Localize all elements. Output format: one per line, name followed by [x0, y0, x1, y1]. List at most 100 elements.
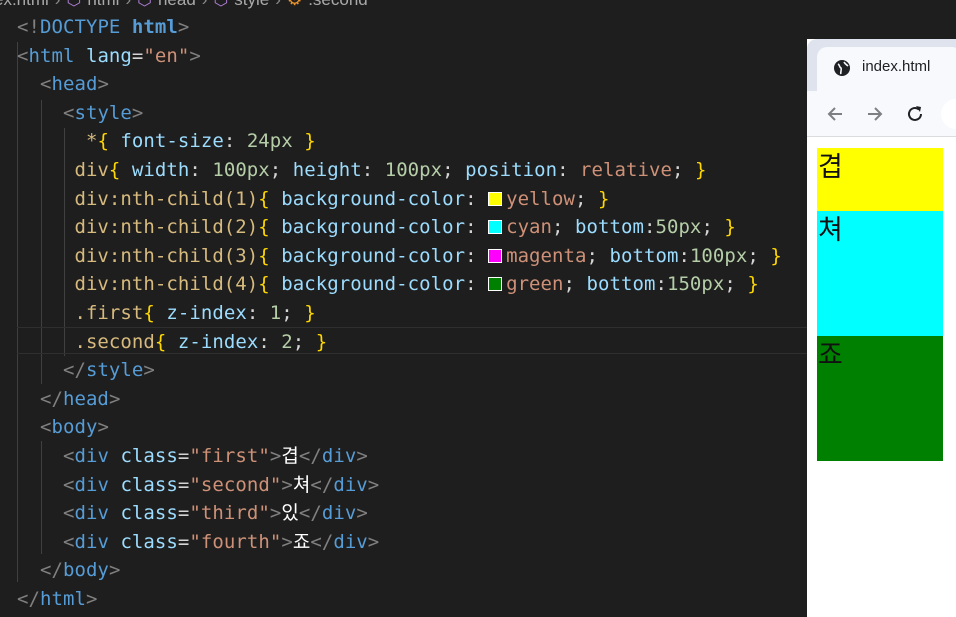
code-token: = — [131, 44, 144, 67]
code-token: > — [367, 473, 380, 496]
code-token: > — [85, 588, 98, 610]
breadcrumb-file[interactable]: ex.html — [0, 0, 49, 10]
code-token: lang — [85, 44, 132, 67]
code-token: div — [321, 502, 357, 525]
breadcrumb-head[interactable]: head — [158, 0, 196, 10]
code-line[interactable]: <div class="third">있</div> — [17, 499, 368, 528]
breadcrumb-style[interactable]: style — [234, 0, 269, 10]
box-second-text: 쳐 — [818, 215, 843, 246]
code-line[interactable]: <div class="second">쳐</div> — [17, 471, 379, 500]
code-token: { — [258, 244, 270, 267]
tab-title: index.html — [862, 58, 931, 75]
box-first: 겹 — [817, 148, 943, 211]
code-token: body — [62, 559, 109, 582]
code-line[interactable]: <style> — [17, 99, 143, 128]
code-line[interactable]: <div class="first">겹</div> — [17, 442, 368, 471]
code-editor[interactable]: ex.html › ⬡ html › ⬡ head › ⬡ style › ⚙ … — [0, 0, 807, 617]
code-token: bottom — [586, 273, 656, 296]
code-line[interactable]: div:nth-child(1){ background-color: yell… — [17, 185, 610, 214]
code-line[interactable]: <!DOCTYPE html> — [17, 13, 189, 42]
breadcrumb: ex.html › ⬡ html › ⬡ head › ⬡ style › ⚙ … — [0, 0, 368, 11]
code-token: > — [131, 101, 144, 124]
code-token: : — [557, 159, 581, 181]
code-token: < — [62, 502, 75, 525]
code-token: { — [258, 273, 270, 296]
code-token: html — [131, 16, 178, 38]
code-token: 1 — [269, 302, 282, 324]
code-token: : — [465, 216, 489, 239]
color-swatch[interactable] — [488, 191, 503, 206]
code-line[interactable]: div:nth-child(3){ background-color: mage… — [17, 242, 782, 271]
code-token: : — [465, 244, 489, 267]
code-line[interactable]: </style> — [17, 356, 155, 385]
code-line[interactable]: div{ width: 100px; height: 100px; positi… — [17, 156, 706, 185]
code-token: "en" — [143, 44, 190, 67]
code-line[interactable]: <head> — [17, 70, 109, 99]
code-line[interactable]: .second{ z-index: 2; } — [17, 328, 327, 357]
code-token: div:nth-child(3) — [74, 244, 259, 267]
code-line[interactable]: div:nth-child(4){ background-color: gree… — [17, 270, 759, 299]
code-line[interactable]: <html lang="en"> — [17, 42, 201, 71]
code-token: : — [655, 273, 667, 296]
breadcrumb-selector[interactable]: .second — [308, 0, 368, 10]
address-bar[interactable] — [941, 99, 956, 129]
code-token: background-color — [269, 187, 466, 210]
code-token: class — [120, 502, 178, 525]
code-line[interactable]: <body> — [17, 413, 109, 442]
code-line[interactable]: </html> — [17, 585, 97, 614]
code-token: div — [321, 445, 357, 467]
code-token: 있 — [281, 502, 299, 525]
reload-icon[interactable] — [904, 103, 926, 125]
code-line[interactable]: .first{ z-index: 1; } — [17, 299, 316, 328]
code-line[interactable]: *{ font-size: 24px } — [17, 127, 316, 156]
code-token: > — [281, 530, 293, 553]
code-token: = — [177, 502, 190, 525]
box-second: 쳐 — [817, 211, 943, 336]
code-token: head — [62, 387, 109, 410]
browser-tab[interactable]: index.html — [817, 47, 956, 91]
code-token: bottom — [575, 216, 644, 239]
code-token: height — [292, 159, 362, 181]
color-swatch[interactable] — [488, 277, 503, 292]
code-token: div — [74, 473, 121, 496]
code-token: background-color — [269, 216, 466, 239]
code-token: < — [17, 44, 29, 67]
code-token: </ — [17, 588, 40, 610]
code-token: 100px — [689, 244, 748, 267]
code-token: "second" — [189, 473, 282, 496]
code-token: > — [356, 445, 368, 467]
code-token: div — [74, 502, 121, 525]
code-token: ; — [671, 159, 695, 181]
chevron-right-icon: › — [55, 0, 61, 10]
code-token: style — [74, 101, 132, 124]
code-token: ; — [575, 187, 598, 210]
forward-arrow-icon[interactable] — [864, 103, 886, 125]
code-line[interactable]: </body> — [17, 556, 120, 585]
code-token: background-color — [269, 244, 466, 267]
code-line[interactable]: <div class="fourth">죠</div> — [17, 528, 379, 557]
color-swatch[interactable] — [488, 248, 503, 263]
code-token: ! — [28, 16, 40, 38]
code-token: { — [143, 302, 155, 324]
back-arrow-icon[interactable] — [824, 103, 846, 125]
element-icon: ⬡ — [66, 0, 81, 10]
code-token: < — [62, 530, 75, 553]
color-swatch[interactable] — [488, 220, 503, 235]
box-fourth: 죠 — [817, 336, 943, 461]
code-token: } — [694, 159, 707, 181]
code-token: class — [120, 445, 178, 467]
code-token: { — [108, 159, 121, 181]
code-token: div:nth-child(1) — [74, 187, 259, 210]
code-token: < — [17, 16, 29, 38]
element-icon: ⬡ — [213, 0, 228, 10]
code-line[interactable]: </head> — [17, 385, 120, 414]
code-line[interactable]: div:nth-child(2){ background-color: cyan… — [17, 213, 736, 242]
code-token: 죠 — [292, 530, 311, 553]
code-token: head — [51, 73, 98, 96]
breadcrumb-html[interactable]: html — [87, 0, 119, 10]
